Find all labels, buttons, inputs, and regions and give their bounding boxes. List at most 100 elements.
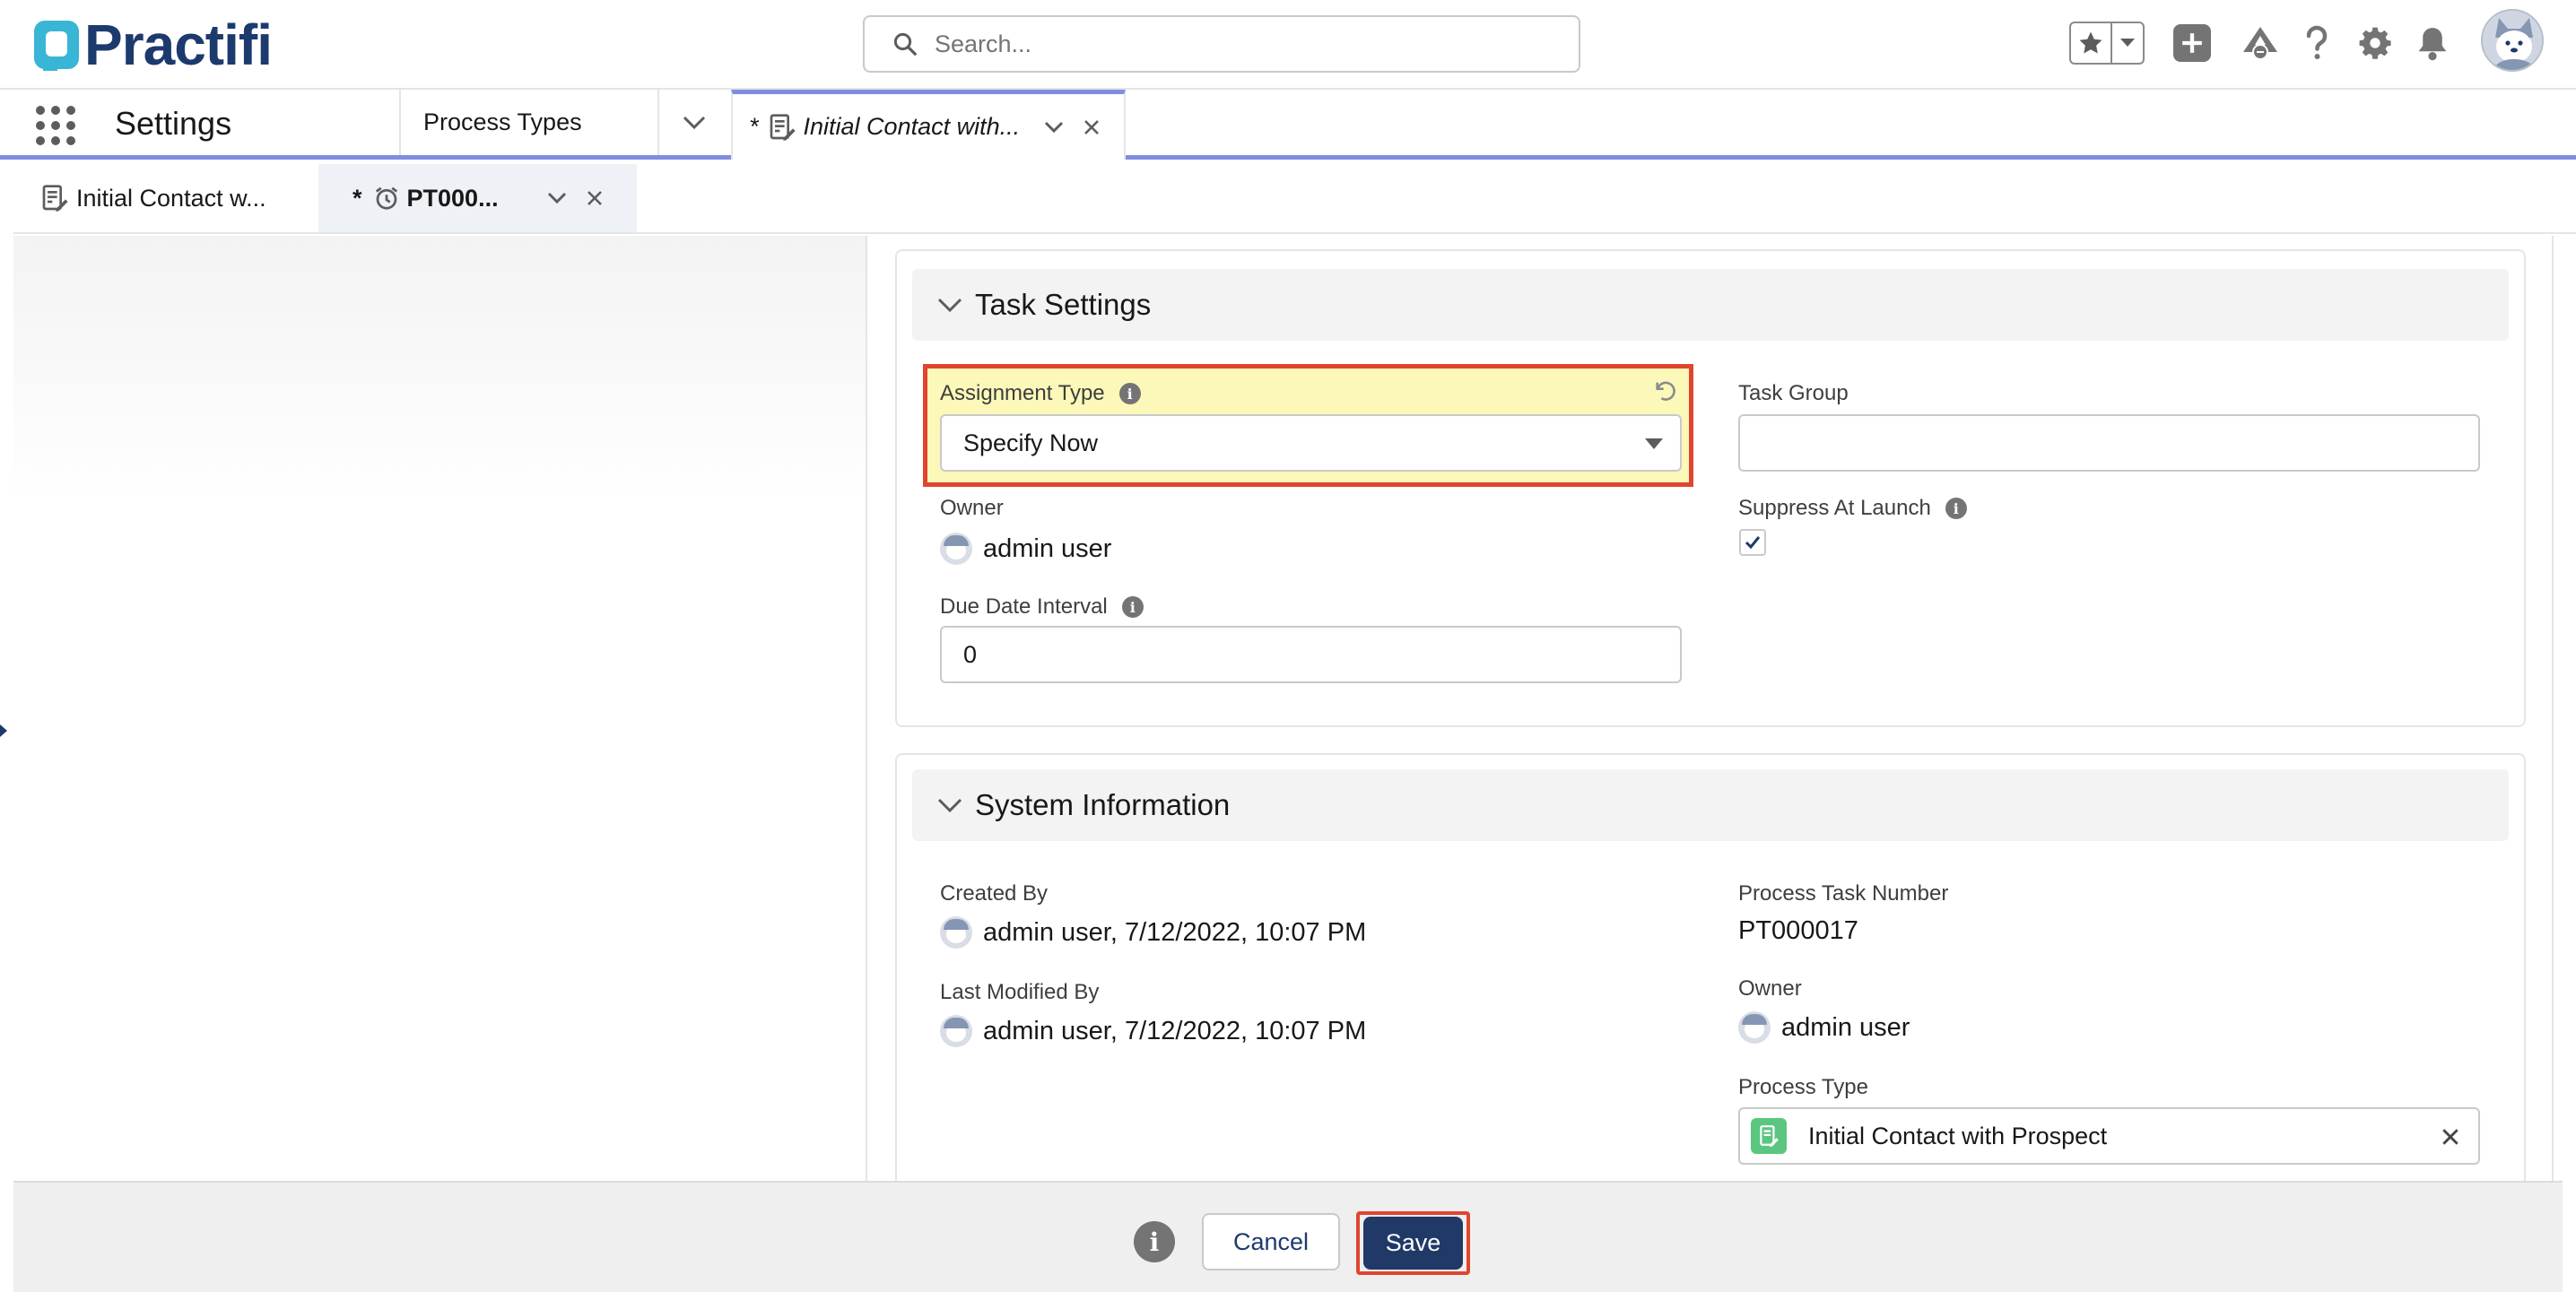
workspace-tab-initial-contact[interactable]: * Initial Contact with...	[731, 90, 1126, 160]
tab-close-button[interactable]	[1075, 94, 1108, 160]
last-modified-by-label: Last Modified By	[940, 980, 1100, 1004]
info-icon[interactable]: i	[1118, 383, 1141, 404]
help-icon	[2306, 25, 2328, 59]
docked-form-footer: i Cancel Save	[13, 1181, 2563, 1292]
favorites-button[interactable]	[2069, 22, 2145, 65]
chevron-down-icon	[937, 297, 964, 313]
search-icon	[893, 32, 917, 56]
help-button[interactable]	[2302, 23, 2332, 63]
info-icon[interactable]: i	[1134, 1221, 1175, 1262]
close-icon	[587, 191, 602, 205]
due-date-interval-input[interactable]: 0	[940, 626, 1682, 683]
field-label-text: Suppress At Launch	[1738, 496, 1931, 520]
task-group-lookup[interactable]	[1738, 414, 2480, 472]
global-actions-button[interactable]	[2173, 24, 2211, 62]
unsaved-marker: *	[749, 113, 759, 140]
created-by-label: Created By	[940, 881, 1049, 906]
subtab-label: PT000...	[406, 184, 499, 212]
star-icon[interactable]	[2071, 23, 2112, 63]
avatar	[1738, 1011, 1771, 1044]
checkmark-icon	[1745, 536, 1761, 550]
gear-icon	[2359, 27, 2391, 59]
owner-label: Owner	[940, 496, 1004, 520]
trailhead-icon	[2243, 27, 2277, 60]
field-label-text: Due Date Interval	[940, 594, 1108, 619]
chevron-down-icon	[1645, 438, 1663, 449]
assignment-type-label: Assignment Type i	[940, 381, 1141, 406]
task-settings-section-header[interactable]: Task Settings	[912, 269, 2509, 341]
subtab-close-button[interactable]	[579, 164, 611, 232]
plus-icon	[2182, 33, 2202, 53]
trailhead-button[interactable]	[2241, 23, 2280, 63]
system-owner-value[interactable]: admin user	[1738, 1011, 1910, 1044]
chevron-down-icon	[547, 192, 567, 204]
search-input[interactable]	[935, 30, 1545, 58]
owner-value[interactable]: admin user	[940, 533, 1111, 565]
subtab-label: Initial Contact w...	[76, 184, 266, 212]
process-type-label: Process Type	[1738, 1075, 1868, 1099]
input-value: 0	[963, 640, 978, 668]
clear-selection-button[interactable]	[2439, 1125, 2462, 1149]
page-edge	[2552, 236, 2554, 1183]
app-nav-bar: Settings Process Types * Initial Contact…	[0, 90, 2576, 160]
due-date-interval-label: Due Date Interval i	[940, 594, 1144, 620]
close-icon	[1084, 119, 1099, 134]
notifications-button[interactable]	[2413, 23, 2452, 63]
practifi-logo-mark	[34, 21, 79, 71]
section-title: System Information	[975, 788, 1231, 821]
chevron-down-icon[interactable]	[2112, 23, 2143, 63]
created-by-text: admin user, 7/12/2022, 10:07 PM	[983, 917, 1367, 947]
nav-item-process-types[interactable]: Process Types	[423, 90, 582, 155]
process-task-number-value: PT000017	[1738, 916, 1858, 945]
subtab-pt000[interactable]: * PT000...	[318, 164, 637, 232]
task-group-label: Task Group	[1738, 381, 1849, 405]
last-modified-by-value[interactable]: admin user, 7/12/2022, 10:07 PM	[940, 1015, 1366, 1047]
avatar	[940, 533, 972, 565]
field-label-text: Assignment Type	[940, 381, 1105, 405]
avatar	[940, 916, 972, 949]
tab-menu-button[interactable]	[1038, 94, 1070, 160]
created-by-value[interactable]: admin user, 7/12/2022, 10:07 PM	[940, 916, 1366, 949]
nav-item-menu-chevron[interactable]	[658, 90, 730, 155]
last-modified-by-text: admin user, 7/12/2022, 10:07 PM	[983, 1016, 1367, 1045]
close-icon	[2442, 1129, 2459, 1145]
suppress-at-launch-checkbox[interactable]	[1739, 529, 1766, 556]
avatar	[940, 1015, 972, 1047]
system-owner-label: Owner	[1738, 976, 1802, 1001]
alarm-clock-icon	[375, 186, 397, 210]
practifi-logo[interactable]: Practifi	[34, 13, 273, 77]
process-type-record-icon	[1751, 1118, 1787, 1154]
avatar[interactable]	[2481, 9, 2544, 72]
subtab-initial-contact[interactable]: Initial Contact w...	[40, 164, 266, 232]
left-panel	[13, 236, 867, 1186]
cancel-button[interactable]: Cancel	[1202, 1213, 1340, 1270]
app-name: Settings	[115, 105, 232, 142]
section-title: Task Settings	[975, 288, 1152, 321]
process-type-icon	[770, 113, 796, 141]
process-type-lookup[interactable]: Initial Contact with Prospect	[1738, 1107, 2480, 1165]
unsaved-marker: *	[352, 184, 362, 212]
workspace-tab-label: Initial Contact with...	[803, 113, 1021, 140]
brand-name: Practifi	[84, 13, 273, 77]
global-search[interactable]	[863, 15, 1580, 73]
info-icon[interactable]: i	[1121, 596, 1144, 618]
undo-icon[interactable]	[1653, 378, 1680, 405]
assignment-type-select[interactable]: Specify Now	[940, 414, 1682, 472]
global-header: Practifi	[0, 0, 2576, 90]
process-type-icon	[42, 185, 68, 212]
subtab-menu-button[interactable]	[541, 164, 573, 232]
chevron-down-icon	[683, 116, 706, 129]
panel-expand-icon[interactable]	[0, 724, 7, 737]
info-icon[interactable]: i	[1945, 498, 1967, 519]
lookup-value: Initial Contact with Prospect	[1808, 1122, 2108, 1149]
chevron-down-icon	[937, 797, 964, 813]
process-task-number-label: Process Task Number	[1738, 881, 1949, 906]
system-information-section-header[interactable]: System Information	[912, 769, 2509, 841]
setup-button[interactable]	[2355, 23, 2395, 63]
select-value: Specify Now	[963, 429, 1099, 456]
suppress-at-launch-label: Suppress At Launch i	[1738, 496, 1967, 521]
app-launcher-icon[interactable]	[36, 106, 75, 145]
owner-name: admin user	[983, 533, 1112, 563]
subtab-bar: Initial Contact w... * PT000...	[13, 164, 2576, 234]
save-button[interactable]: Save	[1363, 1217, 1463, 1270]
